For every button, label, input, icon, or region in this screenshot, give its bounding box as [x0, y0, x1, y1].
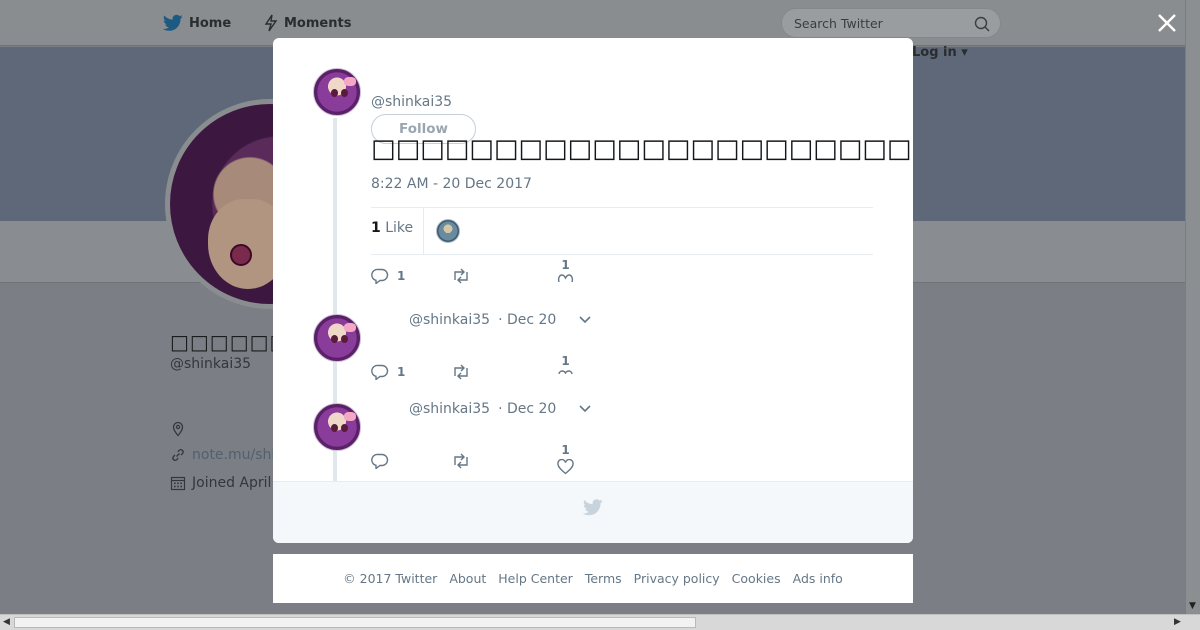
likes-separator [423, 208, 424, 254]
avatar-eye-right [341, 89, 348, 97]
avatar-eye-left [331, 424, 338, 432]
reply-author-avatar[interactable] [313, 314, 361, 362]
scroll-down-arrow-icon[interactable]: ▼ [1189, 601, 1196, 611]
like-button[interactable]: 1 [557, 443, 574, 475]
reply-button[interactable] [371, 453, 389, 469]
likes-stat[interactable]: 1 Like [371, 220, 413, 236]
footer-about-link[interactable]: About [449, 571, 486, 586]
avatar-bow [344, 412, 356, 421]
divider [371, 207, 873, 208]
profile-joined-text: Joined April [192, 475, 272, 491]
profile-link[interactable]: note.mu/shi [170, 447, 275, 463]
retweet-button[interactable] [451, 364, 471, 380]
nav-moments-label: Moments [284, 15, 352, 31]
like-button[interactable]: 1 [557, 258, 574, 282]
reply-author-avatar[interactable] [313, 403, 361, 451]
nav-home-label: Home [189, 15, 232, 31]
avatar-bow [344, 77, 356, 86]
twitter-bird-icon [163, 14, 183, 31]
chevron-down-icon[interactable] [578, 404, 592, 414]
like-count: 1 [561, 354, 570, 368]
liker-avatar[interactable] [436, 219, 460, 243]
reply-icon [371, 364, 389, 380]
profile-joined: Joined April [170, 475, 271, 491]
modal-footer [273, 481, 913, 543]
login-label: Log in [912, 45, 957, 60]
location-icon [172, 421, 184, 437]
site-footer: © 2017 Twitter About Help Center Terms P… [273, 554, 913, 603]
profile-link-text[interactable]: note.mu/shi [192, 447, 275, 463]
retweet-icon [454, 268, 468, 284]
calendar-icon [170, 476, 186, 491]
search-input[interactable]: Search Twitter [781, 8, 1001, 38]
profile-location [170, 421, 186, 437]
avatar-eye-left [331, 89, 338, 97]
tweet-author-handle[interactable]: @shinkai35 [371, 94, 452, 110]
horizontal-scroll-thumb[interactable] [14, 617, 696, 628]
reply-date[interactable]: · Dec 20 [498, 401, 556, 417]
avatar-eye [230, 244, 252, 266]
retweet-button[interactable] [451, 453, 471, 469]
reply-count: 1 [397, 365, 406, 379]
scroll-right-arrow-icon[interactable]: ▶ [1174, 617, 1181, 627]
close-icon[interactable] [1156, 12, 1178, 34]
reply-button[interactable]: 1 [371, 364, 405, 380]
tweet-modal: @shinkai35 Follow □□□□□□□□□□□□□□□□□□□□□□… [273, 38, 913, 543]
search-placeholder: Search Twitter [794, 16, 883, 31]
twitter-bird-icon [583, 499, 603, 516]
avatar-bow [344, 323, 356, 332]
tweet-timestamp[interactable]: 8:22 AM - 20 Dec 2017 [371, 176, 532, 192]
likes-count: 1 [371, 220, 381, 236]
heart-icon [557, 459, 574, 475]
likes-label: Like [385, 220, 414, 236]
heart-icon [558, 370, 573, 374]
reply-icon [371, 268, 389, 284]
nav-moments[interactable]: Moments [264, 14, 351, 32]
divider [371, 254, 873, 255]
footer-privacy-link[interactable]: Privacy policy [634, 571, 720, 586]
footer-ads-link[interactable]: Ads info [793, 571, 843, 586]
reply-date[interactable]: · Dec 20 [498, 312, 556, 328]
reply-icon [371, 453, 389, 469]
footer-help-link[interactable]: Help Center [498, 571, 573, 586]
footer-terms-link[interactable]: Terms [585, 571, 622, 586]
retweet-icon [454, 364, 468, 380]
avatar-eye-right [341, 424, 348, 432]
login-menu[interactable]: Log in ▾ [912, 45, 968, 60]
horizontal-scrollbar[interactable]: ◀ ▶ [0, 614, 1200, 630]
search-icon[interactable] [974, 16, 990, 32]
footer-cookies-link[interactable]: Cookies [732, 571, 781, 586]
reply-handle[interactable]: @shinkai35 [409, 401, 490, 417]
avatar-eye-right [341, 335, 348, 343]
vertical-scrollbar[interactable]: ▼ [1185, 0, 1200, 614]
profile-handle: @shinkai35 [170, 356, 252, 372]
retweet-button[interactable] [451, 268, 471, 284]
reply-handle[interactable]: @shinkai35 [409, 312, 490, 328]
like-count: 1 [561, 443, 570, 457]
link-icon [172, 449, 184, 461]
like-button[interactable]: 1 [557, 354, 574, 374]
reply-header: @shinkai35 · Dec 20 [409, 312, 592, 328]
heart-icon [557, 274, 574, 282]
reply-button[interactable]: 1 [371, 268, 405, 284]
scroll-left-arrow-icon[interactable]: ◀ [3, 617, 10, 627]
footer-copyright: © 2017 Twitter [343, 571, 438, 586]
retweet-icon [454, 453, 468, 469]
tweet-author-avatar[interactable] [313, 68, 361, 116]
avatar-eye-left [331, 335, 338, 343]
like-count: 1 [561, 258, 570, 272]
reply-header: @shinkai35 · Dec 20 [409, 401, 592, 417]
nav-home[interactable]: Home [163, 14, 231, 32]
lightning-icon [264, 14, 278, 32]
tweet-text: □□□□□□□□□□□□□□□□□□□□□□□□□□□□□□□□□□□□□□□□… [371, 134, 913, 164]
chevron-down-icon[interactable] [578, 315, 592, 325]
reply-count: 1 [397, 269, 406, 283]
